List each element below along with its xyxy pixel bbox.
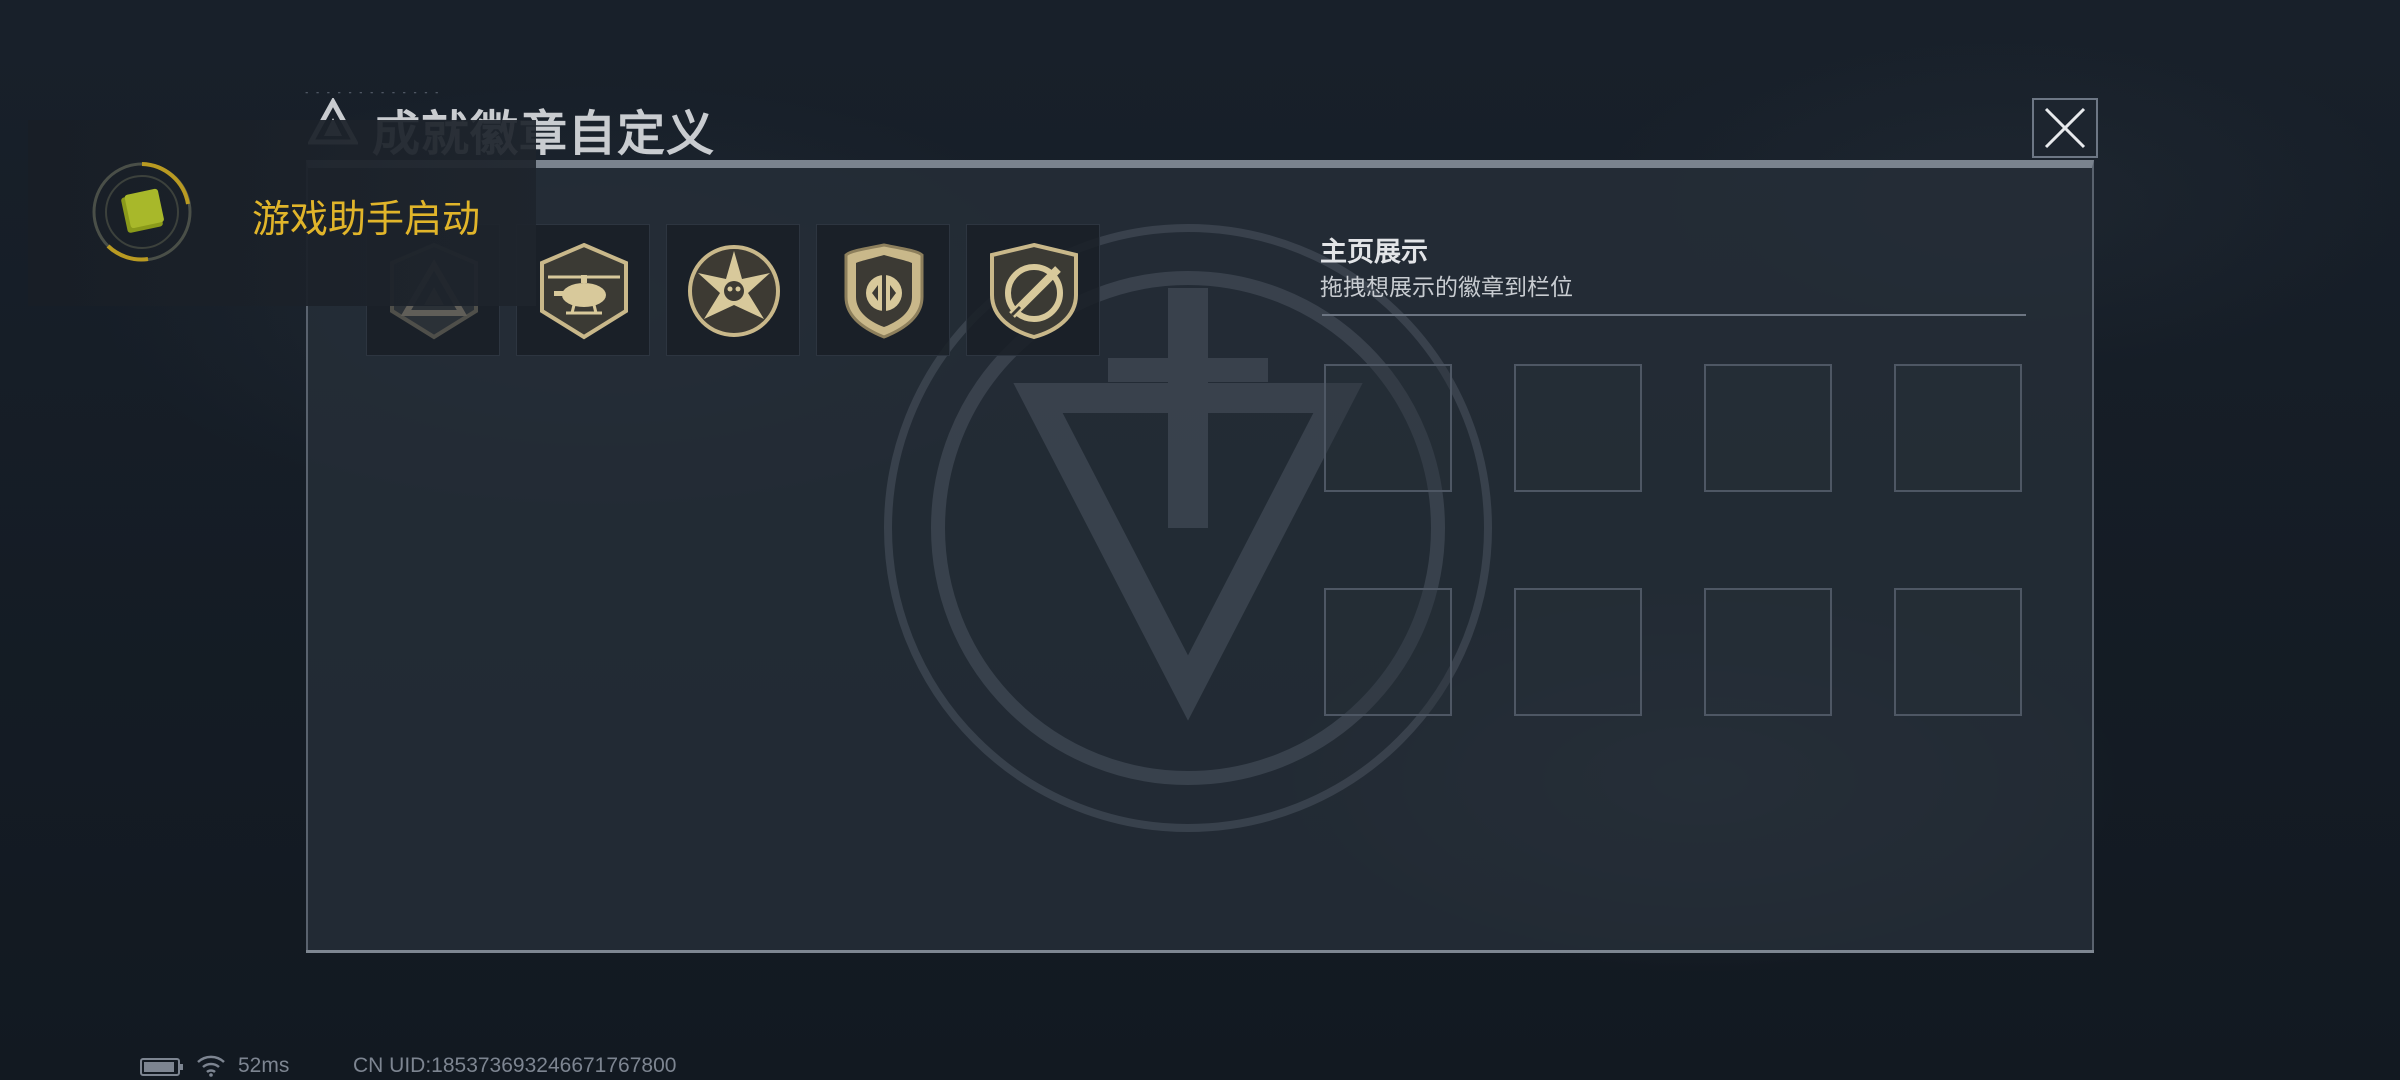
homepage-display-hint: 拖拽想展示的徽章到栏位 <box>1320 275 1573 301</box>
window-title-bar: - - - - - - - - - - - - - 成就徽章自定义 <box>300 88 2100 162</box>
display-slot-2[interactable] <box>1514 364 1642 492</box>
close-icon[interactable] <box>2042 105 2088 151</box>
ping-value: 52ms <box>238 1054 290 1077</box>
knife-shield-badge-icon[interactable] <box>984 241 1084 341</box>
display-slot-6[interactable] <box>1514 588 1642 716</box>
game-assistant-icon <box>92 162 192 262</box>
divider <box>1322 314 2026 316</box>
display-slot-3[interactable] <box>1704 364 1832 492</box>
display-slot-7[interactable] <box>1704 588 1832 716</box>
uid-text: CN UID:1853736932466717678​00 <box>353 1054 677 1077</box>
shield-crest-badge-icon[interactable] <box>834 241 934 341</box>
helicopter-badge-icon[interactable] <box>534 241 634 341</box>
close-button[interactable] <box>2032 98 2098 158</box>
display-slot-4[interactable] <box>1894 364 2022 492</box>
star-skull-badge-icon[interactable] <box>684 241 784 341</box>
display-slot-1[interactable] <box>1324 364 1452 492</box>
badge-slot-3[interactable] <box>666 224 800 356</box>
display-slot-5[interactable] <box>1324 588 1452 716</box>
wifi-icon <box>197 1055 225 1077</box>
toast-message: 游戏助手启动 <box>252 197 481 241</box>
homepage-display-title: 主页展示 <box>1320 237 1428 268</box>
game-assistant-toast: 游戏助手启动 <box>28 120 536 306</box>
badge-slot-2[interactable] <box>516 224 650 356</box>
panel-bottom-edge <box>306 950 2094 953</box>
badge-customize-panel: 主页展示 拖拽想展示的徽章到栏位 <box>306 160 2094 952</box>
battery-icon <box>140 1058 183 1076</box>
display-slot-8[interactable] <box>1894 588 2022 716</box>
background-emblem-icon <box>884 224 1492 832</box>
badge-slot-4[interactable] <box>816 224 950 356</box>
badge-slot-5[interactable] <box>966 224 1100 356</box>
